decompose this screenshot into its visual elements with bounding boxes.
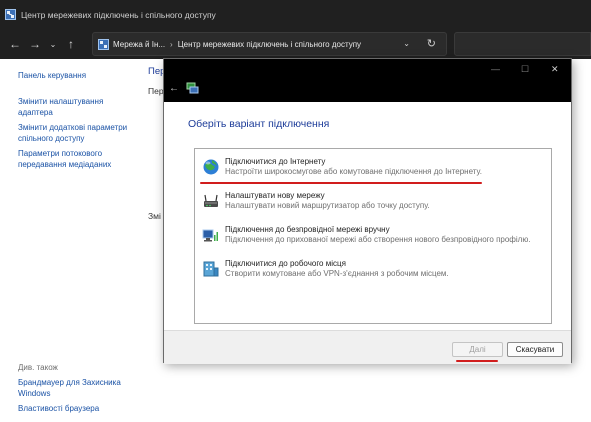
option-connect-internet[interactable]: Підключитися до Інтернету Настроїти широ… [202, 157, 482, 177]
link-line: Windows [18, 388, 51, 398]
dialog-close-button[interactable]: ✕ [551, 64, 559, 75]
dialog-heading: Оберіть варіант підключення [188, 118, 330, 130]
link-line: Параметри потокового [18, 149, 103, 158]
link-change-adapter-settings[interactable]: Змінити налаштування адаптера [18, 97, 103, 118]
workplace-icon [203, 261, 219, 277]
link-line: передавання медіаданих [18, 159, 112, 169]
option-title: Підключитися до робочого місця [225, 259, 346, 268]
dialog-back-button[interactable]: ← [169, 83, 179, 94]
address-bar[interactable]: Мережа й Ін... › Центр мережевих підключ… [92, 32, 447, 56]
option-description: Налаштувати новий маршрутизатор або точк… [225, 201, 430, 210]
option-manual-wireless[interactable]: Підключення до безпровідної мережі вручн… [202, 225, 531, 245]
link-advanced-sharing-settings[interactable]: Змінити додаткові параметри спільного до… [18, 123, 127, 144]
link-internet-options[interactable]: Властивості браузера [18, 404, 99, 415]
annotation-underline-next [456, 360, 498, 362]
link-media-streaming-options[interactable]: Параметри потокового передавання медіада… [18, 149, 111, 170]
option-title: Підключитися до Інтернету [225, 157, 326, 166]
see-also-label: Див. також [18, 363, 58, 372]
up-button[interactable]: ↑ [61, 37, 81, 51]
connection-options-list: Підключитися до Інтернету Настроїти широ… [194, 148, 552, 324]
option-description: Підключення до прихованої мережі або ств… [225, 235, 531, 244]
option-connect-workplace[interactable]: Підключитися до робочого місця Створити … [202, 259, 449, 279]
link-line: спільного доступу [18, 133, 85, 143]
window-title: Центр мережевих підключень і спільного д… [21, 9, 216, 20]
breadcrumb-separator: › [170, 39, 173, 49]
dialog-titlebar: — ☐ ✕ ← [164, 59, 571, 102]
recent-locations-button[interactable]: ⌄ [45, 40, 61, 49]
link-line: Змінити налаштування [18, 97, 104, 106]
connection-wizard-dialog: — ☐ ✕ ← Оберіть варіант підключення Підк… [163, 58, 572, 364]
wireless-network-icon [202, 229, 218, 242]
address-row: ← → ⌄ ↑ Мережа й Ін... › Центр мережевих… [0, 29, 591, 59]
network-wizard-icon [186, 82, 199, 94]
router-icon [204, 194, 218, 207]
main-subheading-fragment: Пер [148, 86, 164, 96]
annotation-underline-option [200, 182, 482, 184]
link-line: адаптера [18, 107, 53, 117]
breadcrumb-network-center[interactable]: Центр мережевих підключень і спільного д… [178, 40, 361, 49]
back-button[interactable]: ← [5, 37, 25, 51]
breadcrumb-network-internet[interactable]: Мережа й Ін... [113, 40, 165, 49]
option-title: Налаштувати нову мережу [225, 191, 325, 200]
dialog-body: Оберіть варіант підключення Підключитися… [164, 102, 571, 330]
link-control-panel[interactable]: Панель керування [18, 71, 86, 82]
option-setup-new-network[interactable]: Налаштувати нову мережу Налаштувати нови… [202, 191, 430, 211]
refresh-button[interactable]: ↻ [427, 37, 436, 50]
left-navigation-pane: Панель керування Змінити налаштування ад… [0, 59, 160, 422]
internet-globe-icon [203, 159, 219, 175]
window-titlebar: Центр мережевих підключень і спільного д… [0, 0, 591, 29]
dialog-maximize-button[interactable]: ☐ [521, 64, 529, 75]
link-line: Змінити додаткові параметри [18, 123, 128, 132]
cancel-button[interactable]: Скасувати [507, 342, 563, 357]
dialog-footer: Далі Скасувати [164, 330, 571, 364]
search-input[interactable] [454, 32, 591, 56]
main-section-fragment: Змі [148, 211, 161, 221]
option-description: Настроїти широкосмугове або комутоване п… [225, 167, 482, 176]
option-title: Підключення до безпровідної мережі вручн… [225, 225, 390, 234]
address-dropdown-button[interactable]: ⌄ [403, 39, 410, 48]
link-line: Брандмауер для Захисника [18, 378, 121, 387]
dialog-minimize-button[interactable]: — [491, 64, 500, 74]
link-defender-firewall[interactable]: Брандмауер для Захисника Windows [18, 378, 121, 399]
next-button[interactable]: Далі [452, 342, 503, 357]
network-center-app-icon [5, 9, 16, 20]
option-description: Створити комутоване або VPN-з'єднання з … [225, 269, 449, 278]
forward-button[interactable]: → [25, 37, 45, 51]
control-panel-icon [98, 38, 109, 50]
